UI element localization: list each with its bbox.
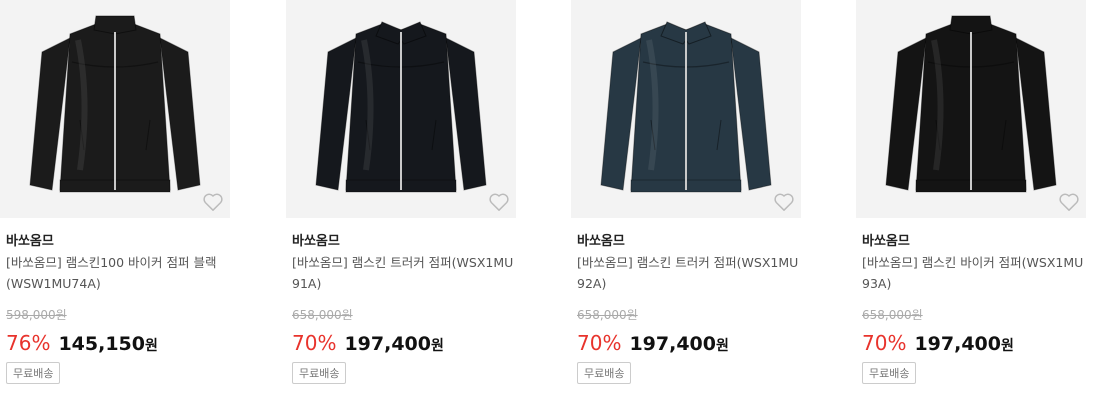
product-image[interactable] (571, 0, 801, 218)
price-row: 70% 197,400원 (577, 331, 729, 355)
product-name[interactable]: [바쏘옴므] 램스킨 트러커 점퍼(WSX1MU92A) (577, 252, 801, 294)
currency-unit: 원 (716, 338, 729, 354)
product-image[interactable] (286, 0, 516, 218)
product-card[interactable]: 바쏘옴므 [바쏘옴므] 램스킨 트러커 점퍼(WSX1MU92A) 658,00… (571, 0, 801, 408)
product-grid: 바쏘옴므 [바쏘옴므] 램스킨100 바이커 점퍼 블랙 (WSW1MU74A)… (0, 0, 1101, 408)
sale-price: 145,150 (58, 333, 145, 355)
free-shipping-badge: 무료배송 (862, 362, 917, 384)
product-name[interactable]: [바쏘옴므] 램스킨100 바이커 점퍼 블랙 (WSW1MU74A) (6, 252, 230, 294)
heart-icon[interactable] (773, 192, 795, 212)
sale-price: 197,400 (629, 333, 716, 355)
discount-rate: 76% (6, 331, 51, 355)
free-shipping-badge: 무료배송 (577, 362, 632, 384)
brand-name[interactable]: 바쏘옴므 (862, 230, 910, 249)
heart-icon[interactable] (488, 192, 510, 212)
product-card[interactable]: 바쏘옴므 [바쏘옴므] 램스킨 트러커 점퍼(WSX1MU91A) 658,00… (286, 0, 516, 408)
discount-rate: 70% (292, 331, 337, 355)
original-price: 598,000원 (6, 308, 67, 322)
discount-rate: 70% (577, 331, 622, 355)
heart-icon[interactable] (202, 192, 224, 212)
product-image[interactable] (856, 0, 1086, 218)
free-shipping-badge: 무료배송 (6, 362, 61, 384)
free-shipping-badge: 무료배송 (292, 362, 347, 384)
product-image[interactable] (0, 0, 230, 218)
discount-rate: 70% (862, 331, 907, 355)
product-card[interactable]: 바쏘옴므 [바쏘옴므] 램스킨 바이커 점퍼(WSX1MU93A) 658,00… (856, 0, 1086, 408)
brand-name[interactable]: 바쏘옴므 (6, 230, 54, 249)
product-name[interactable]: [바쏘옴므] 램스킨 트러커 점퍼(WSX1MU91A) (292, 252, 516, 294)
sale-price: 197,400 (344, 333, 431, 355)
heart-icon[interactable] (1058, 192, 1080, 212)
product-name[interactable]: [바쏘옴므] 램스킨 바이커 점퍼(WSX1MU93A) (862, 252, 1086, 294)
price-row: 76% 145,150원 (6, 331, 158, 355)
original-price: 658,000원 (577, 308, 638, 322)
jacket-image (600, 21, 772, 193)
jacket-image (885, 15, 1057, 193)
original-price: 658,000원 (292, 308, 353, 322)
currency-unit: 원 (145, 338, 158, 354)
jacket-image (29, 15, 201, 193)
original-price: 658,000원 (862, 308, 923, 322)
brand-name[interactable]: 바쏘옴므 (292, 230, 340, 249)
jacket-image (315, 21, 487, 193)
currency-unit: 원 (431, 338, 444, 354)
price-row: 70% 197,400원 (292, 331, 444, 355)
price-row: 70% 197,400원 (862, 331, 1014, 355)
sale-price: 197,400 (914, 333, 1001, 355)
product-card[interactable]: 바쏘옴므 [바쏘옴므] 램스킨100 바이커 점퍼 블랙 (WSW1MU74A)… (0, 0, 230, 408)
currency-unit: 원 (1001, 338, 1014, 354)
brand-name[interactable]: 바쏘옴므 (577, 230, 625, 249)
